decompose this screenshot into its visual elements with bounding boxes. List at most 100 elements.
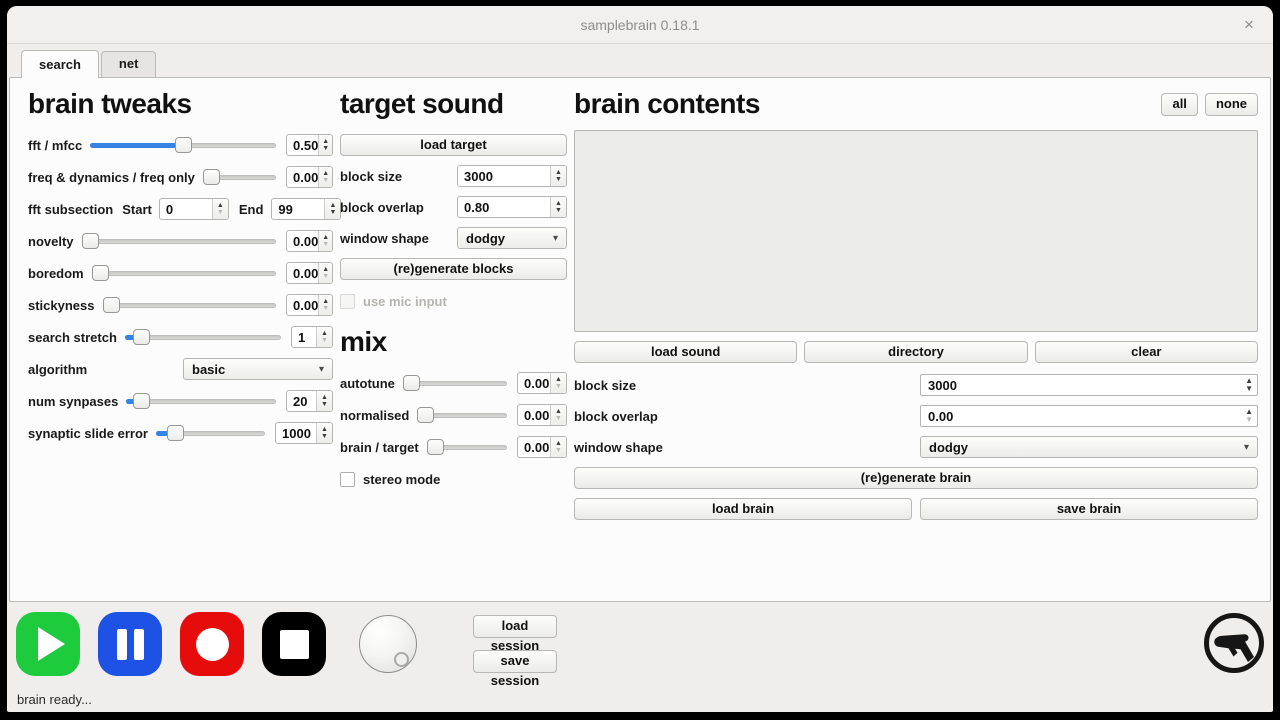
fft-mfcc-slider[interactable] (90, 134, 276, 156)
freq-dynamics-spinbox[interactable]: 0.00 ▲▼ (286, 166, 333, 188)
stickyness-slider[interactable] (103, 294, 277, 316)
stickyness-spinbox[interactable]: 0.00 ▲▼ (286, 294, 333, 316)
load-target-button[interactable]: load target (340, 134, 567, 156)
spin-down-icon[interactable]: ▼ (329, 209, 336, 216)
fft-mfcc-spinbox[interactable]: 0.50 ▲▼ (286, 134, 333, 156)
spin-up-icon[interactable]: ▲ (322, 266, 329, 273)
spin-down-icon[interactable]: ▼ (217, 209, 224, 216)
spin-down-icon[interactable]: ▼ (321, 433, 328, 440)
volume-knob[interactable] (359, 615, 417, 673)
spin-down-icon[interactable]: ▼ (555, 383, 562, 390)
slider-handle[interactable] (133, 393, 150, 409)
spin-down-icon[interactable]: ▼ (322, 145, 329, 152)
spin-down-icon[interactable]: ▼ (555, 447, 562, 454)
spin-down-icon[interactable]: ▼ (555, 176, 562, 183)
spin-down-icon[interactable]: ▼ (1245, 416, 1253, 424)
boredom-spinbox[interactable]: 0.00 ▲▼ (286, 262, 333, 284)
spin-up-icon[interactable]: ▲ (555, 169, 562, 176)
spin-down-icon[interactable]: ▼ (1245, 385, 1253, 393)
tab-net[interactable]: net (101, 51, 157, 77)
boredom-slider[interactable] (92, 262, 276, 284)
slider-handle[interactable] (82, 233, 99, 249)
num-synpases-slider[interactable] (126, 390, 276, 412)
spin-down-icon[interactable]: ▼ (322, 177, 329, 184)
novelty-spinbox[interactable]: 0.00 ▲▼ (286, 230, 333, 252)
directory-button[interactable]: directory (804, 341, 1027, 363)
target-block-overlap-row: block overlap 0.80 ▲▼ (340, 196, 567, 218)
freq-dynamics-slider[interactable] (203, 166, 276, 188)
normalised-spinbox[interactable]: 0.00 ▲▼ (517, 404, 567, 426)
slider-handle[interactable] (103, 297, 120, 313)
spin-up-icon[interactable]: ▲ (555, 200, 562, 207)
brain-target-slider[interactable] (427, 436, 507, 458)
algorithm-dropdown[interactable]: basic ▾ (183, 358, 333, 380)
tab-search[interactable]: search (21, 50, 99, 78)
spin-up-icon[interactable]: ▲ (322, 170, 329, 177)
stop-button[interactable] (262, 612, 326, 676)
spin-up-icon[interactable]: ▲ (555, 408, 562, 415)
algorithm-row: algorithm basic ▾ (28, 358, 333, 380)
search-stretch-spinbox[interactable]: 1 ▲▼ (291, 326, 333, 348)
spin-up-icon[interactable]: ▲ (321, 394, 328, 401)
brain-target-spinbox[interactable]: 0.00 ▲▼ (517, 436, 567, 458)
brain-contents-list[interactable] (574, 130, 1258, 332)
regenerate-blocks-button[interactable]: (re)generate blocks (340, 258, 567, 280)
slider-handle[interactable] (167, 425, 184, 441)
num-synpases-spinbox[interactable]: 20 ▲▼ (286, 390, 333, 412)
spin-down-icon[interactable]: ▼ (321, 337, 328, 344)
spin-down-icon[interactable]: ▼ (322, 273, 329, 280)
slider-handle[interactable] (133, 329, 150, 345)
bc-block-overlap-spinbox[interactable]: 0.00 ▲▼ (920, 405, 1258, 427)
load-sound-button[interactable]: load sound (574, 341, 797, 363)
spin-down-icon[interactable]: ▼ (322, 305, 329, 312)
search-stretch-slider[interactable] (125, 326, 281, 348)
autotune-spinbox[interactable]: 0.00 ▲▼ (517, 372, 567, 394)
spin-up-icon[interactable]: ▲ (321, 330, 328, 337)
spin-up-icon[interactable]: ▲ (322, 298, 329, 305)
aphex-twin-logo-icon (1202, 611, 1266, 675)
spin-up-icon[interactable]: ▲ (555, 376, 562, 383)
spin-up-icon[interactable]: ▲ (329, 202, 336, 209)
spin-up-icon[interactable]: ▲ (322, 234, 329, 241)
spin-down-icon[interactable]: ▼ (321, 401, 328, 408)
slider-handle[interactable] (427, 439, 444, 455)
bc-block-size-spinbox[interactable]: 3000 ▲▼ (920, 374, 1258, 396)
target-window-shape-dropdown[interactable]: dodgy ▾ (457, 227, 567, 249)
slider-handle[interactable] (175, 137, 192, 153)
slider-handle[interactable] (403, 375, 420, 391)
spin-up-icon[interactable]: ▲ (555, 440, 562, 447)
autotune-slider[interactable] (403, 372, 507, 394)
stereo-mode-checkbox[interactable] (340, 472, 355, 487)
synaptic-slide-error-slider[interactable] (156, 422, 265, 444)
load-session-button[interactable]: load session (473, 615, 557, 638)
close-icon[interactable]: × (1239, 15, 1259, 35)
spin-up-icon[interactable]: ▲ (217, 202, 224, 209)
save-session-button[interactable]: save session (473, 650, 557, 673)
play-button[interactable] (16, 612, 80, 676)
target-block-size-spinbox[interactable]: 3000 ▲▼ (457, 165, 567, 187)
spin-down-icon[interactable]: ▼ (555, 415, 562, 422)
slider-handle[interactable] (92, 265, 109, 281)
select-all-button[interactable]: all (1161, 93, 1197, 116)
record-button[interactable] (180, 612, 244, 676)
spin-up-icon[interactable]: ▲ (321, 426, 328, 433)
load-brain-button[interactable]: load brain (574, 498, 912, 520)
bc-window-shape-dropdown[interactable]: dodgy ▾ (920, 436, 1258, 458)
target-block-overlap-spinbox[interactable]: 0.80 ▲▼ (457, 196, 567, 218)
slider-handle[interactable] (203, 169, 220, 185)
synaptic-slide-error-spinbox[interactable]: 1000 ▲▼ (275, 422, 333, 444)
normalised-slider[interactable] (417, 404, 507, 426)
spin-down-icon[interactable]: ▼ (555, 207, 562, 214)
save-brain-button[interactable]: save brain (920, 498, 1258, 520)
pause-button[interactable] (98, 612, 162, 676)
clear-button[interactable]: clear (1035, 341, 1258, 363)
target-block-size-row: block size 3000 ▲▼ (340, 165, 567, 187)
spin-up-icon[interactable]: ▲ (322, 138, 329, 145)
slider-handle[interactable] (417, 407, 434, 423)
regenerate-brain-button[interactable]: (re)generate brain (574, 467, 1258, 489)
novelty-slider[interactable] (82, 230, 276, 252)
fft-end-spinbox[interactable]: 99 ▲▼ (271, 198, 341, 220)
fft-start-spinbox[interactable]: 0 ▲▼ (159, 198, 229, 220)
select-none-button[interactable]: none (1205, 93, 1258, 116)
spin-down-icon[interactable]: ▼ (322, 241, 329, 248)
